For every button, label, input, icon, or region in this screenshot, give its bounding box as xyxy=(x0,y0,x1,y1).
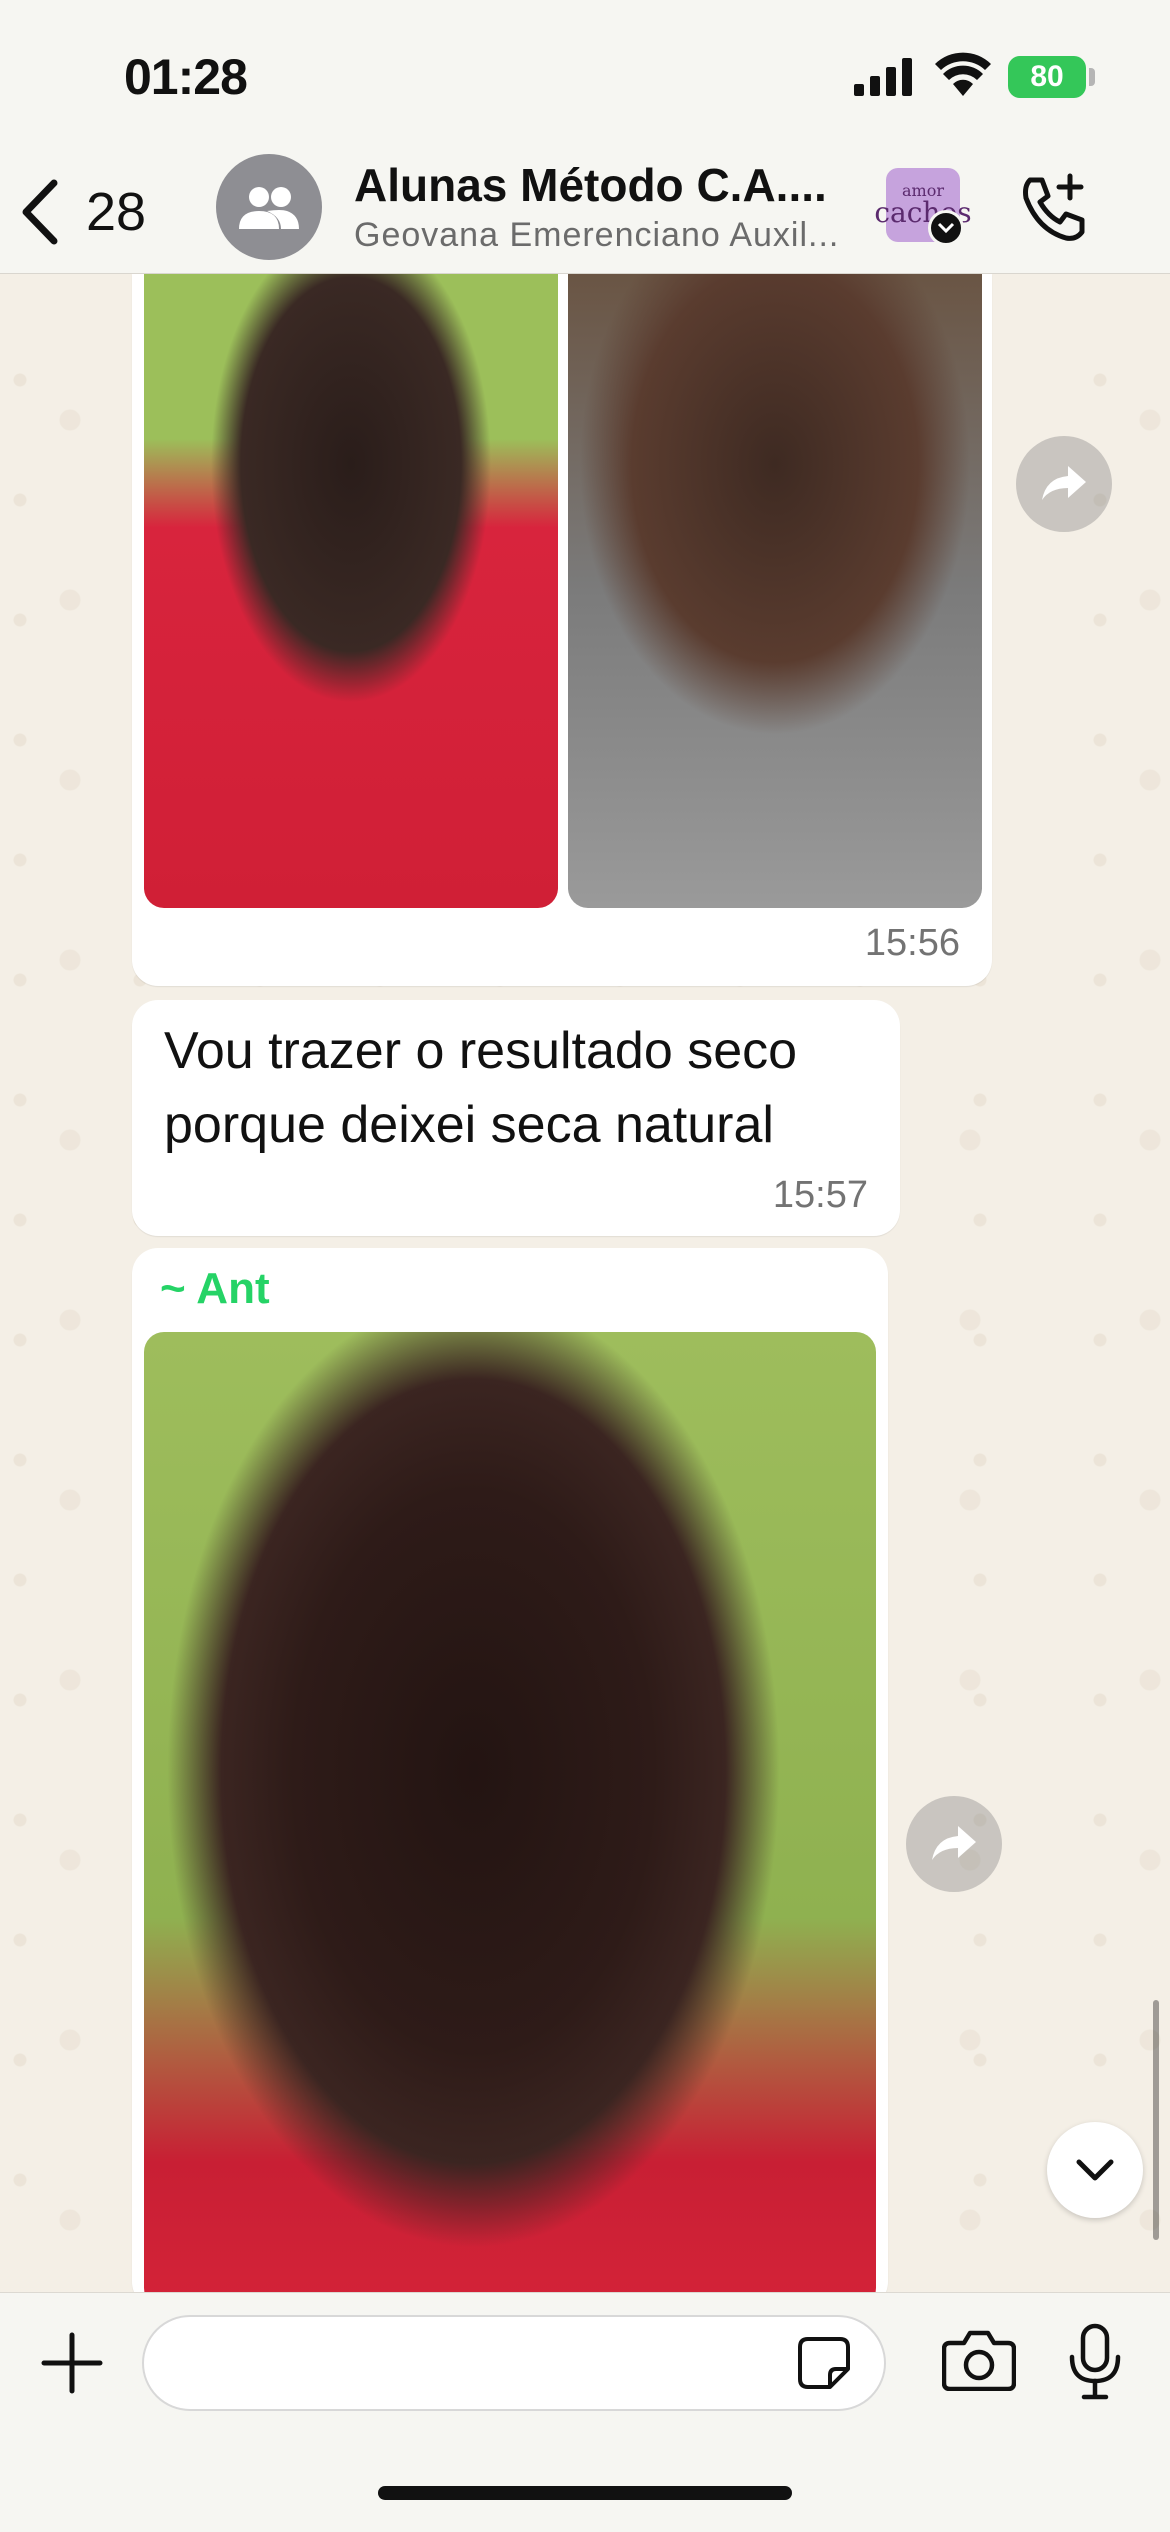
status-bar: 01:28 80 xyxy=(0,0,1170,150)
scroll-indicator[interactable] xyxy=(1153,2000,1159,2240)
text-message[interactable]: Vou trazer o resultado seco porque deixe… xyxy=(132,1000,900,1236)
scroll-to-bottom-button[interactable] xyxy=(1047,2122,1143,2218)
hair-photo-after[interactable] xyxy=(144,274,558,908)
chat-header: 28 Alunas Método C.A.... Geovana Emerenc… xyxy=(0,150,1170,274)
forward-icon xyxy=(932,1826,976,1860)
message-line: porque deixei seca natural xyxy=(164,1096,774,1154)
forward-button[interactable] xyxy=(906,1796,1002,1892)
unread-count: 28 xyxy=(86,182,147,242)
chat-title[interactable]: Alunas Método C.A.... xyxy=(354,158,827,212)
image-message[interactable]: 15:56 xyxy=(132,274,992,986)
message-text: Vou trazer o resultado seco porque deixe… xyxy=(164,1014,797,1162)
battery-level: 80 xyxy=(1030,60,1064,93)
microphone-icon[interactable] xyxy=(1068,2323,1122,2401)
plus-icon[interactable] xyxy=(38,2329,106,2397)
message-line: Vou trazer o resultado seco xyxy=(164,1022,798,1080)
home-indicator[interactable] xyxy=(378,2486,792,2500)
wifi-icon xyxy=(935,52,991,96)
sticker-icon[interactable] xyxy=(796,2335,852,2391)
message-time: 15:57 xyxy=(772,1174,868,1216)
forward-icon xyxy=(1042,466,1086,500)
sender-name[interactable]: ~ Ant xyxy=(160,1264,270,1314)
hair-photo-result[interactable] xyxy=(144,1332,876,2308)
battery-indicator: 80 xyxy=(1008,56,1086,98)
status-time: 01:28 xyxy=(124,49,248,105)
camera-icon[interactable] xyxy=(942,2329,1016,2391)
forward-button[interactable] xyxy=(1016,436,1112,532)
cellular-signal-icon xyxy=(854,58,912,96)
phone-plus-icon[interactable] xyxy=(1016,170,1092,246)
hair-photo-before[interactable] xyxy=(568,274,982,908)
chat-subtitle: Geovana Emerenciano Auxil... xyxy=(354,216,840,254)
group-avatar[interactable] xyxy=(216,154,322,260)
image-message[interactable]: ~ Ant xyxy=(132,1248,888,2308)
message-time: 15:56 xyxy=(864,922,960,964)
chevron-left-icon xyxy=(22,179,58,245)
battery-tip xyxy=(1089,68,1095,86)
verified-badge-icon xyxy=(928,210,964,246)
chevron-down-icon xyxy=(1076,2159,1114,2181)
group-icon xyxy=(239,187,299,229)
message-input[interactable] xyxy=(142,2315,886,2411)
back-button[interactable]: 28 xyxy=(20,164,146,260)
